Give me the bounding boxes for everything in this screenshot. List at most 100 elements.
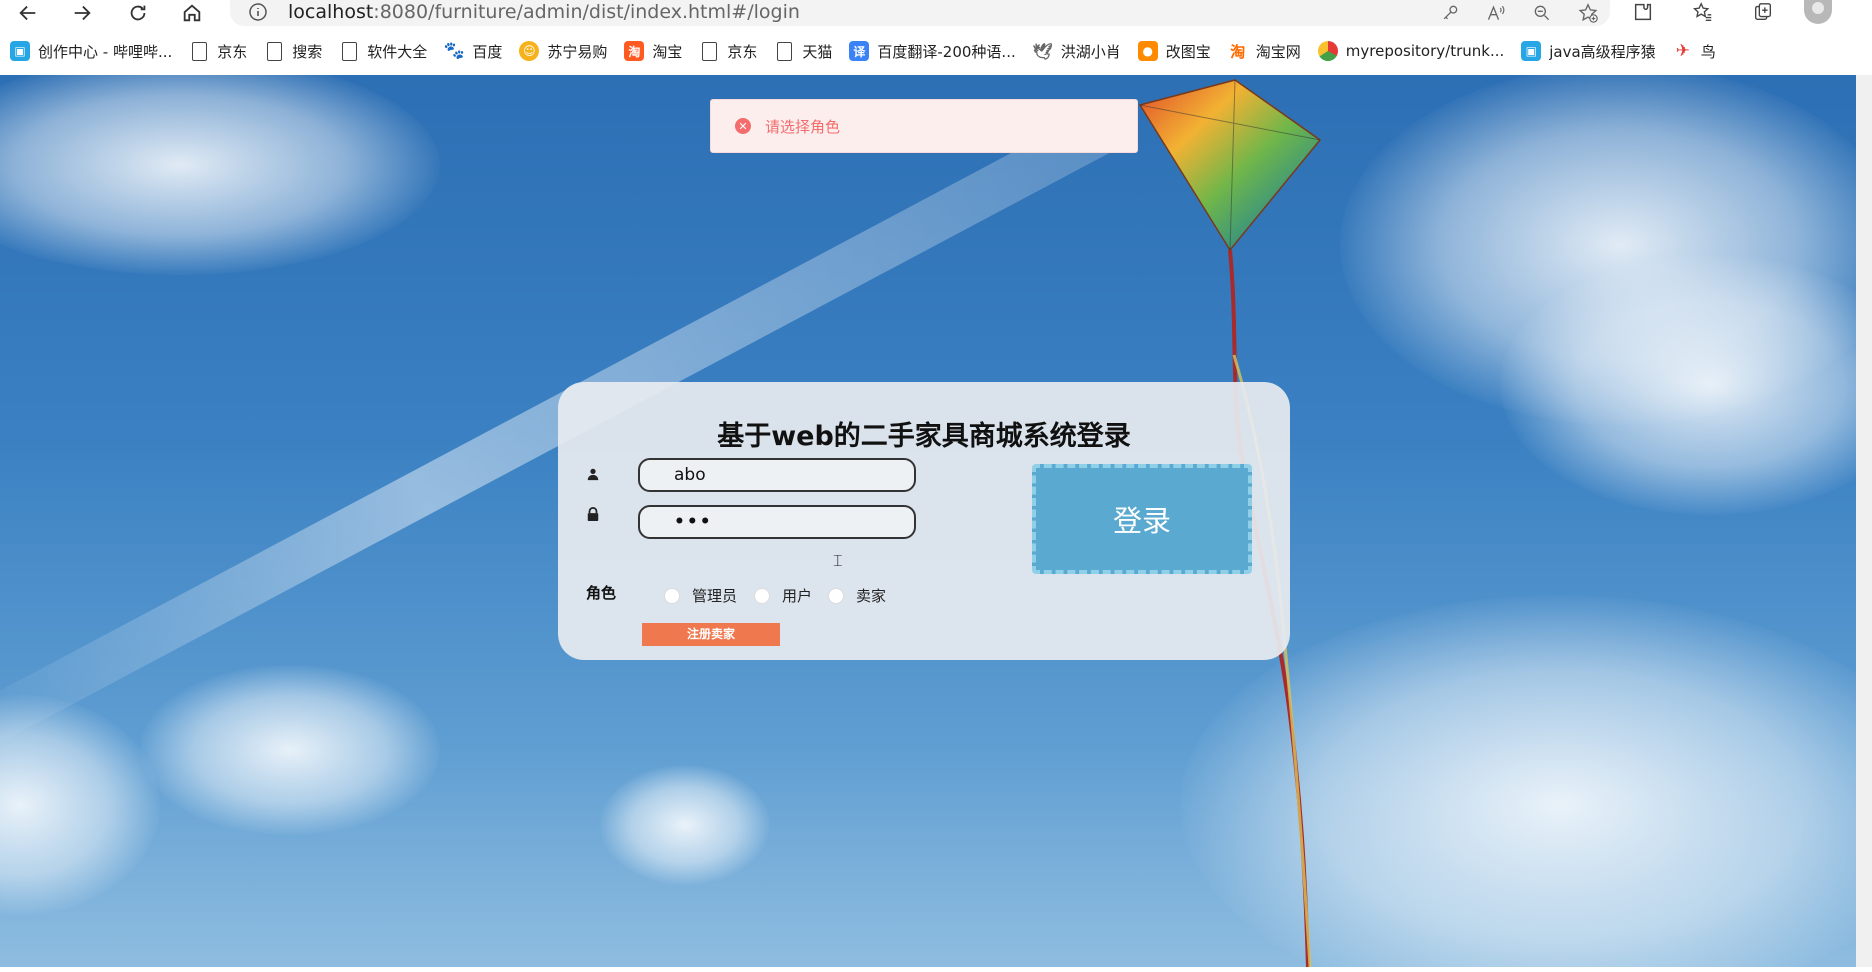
radio-label: 用户 <box>782 587 813 605</box>
forward-button[interactable] <box>64 0 100 26</box>
text-cursor-icon: ⌶ <box>833 551 843 570</box>
bookmark-label: java高级程序猿 <box>1549 42 1656 61</box>
cloud <box>600 765 770 885</box>
bookmark-item[interactable]: 🐾 百度 <box>443 41 503 62</box>
bird-icon: ✈ <box>1675 41 1690 61</box>
role-label: 角色 <box>586 584 617 602</box>
key-icon[interactable] <box>1438 1 1462 25</box>
address-bar-actions <box>1438 0 1600 26</box>
collections-icon[interactable] <box>1752 1 1776 25</box>
bookmark-label: 天猫 <box>802 42 833 61</box>
page-icon <box>264 41 284 61</box>
page-icon <box>699 41 719 61</box>
bookmark-item[interactable]: 🕊 洪湖小肖 <box>1033 41 1121 62</box>
radio-label: 卖家 <box>856 587 887 605</box>
bookmark-label: 鸟 <box>1700 42 1716 61</box>
bilibili-tv-icon: ▣ <box>10 41 30 61</box>
login-card: 基于web的二手家具商城系统登录 abo ••• 角色 管理员 用户 卖家 注册… <box>558 382 1290 660</box>
home-button[interactable] <box>174 0 210 26</box>
zoom-out-icon[interactable] <box>1530 1 1554 25</box>
bookmark-label: 苏宁易购 <box>547 42 608 61</box>
bookmark-label: 百度翻译-200种语... <box>877 42 1016 61</box>
browser-toolbar: localhost:8080/furniture/admin/dist/inde… <box>0 0 1872 30</box>
bookmark-item[interactable]: ▣ java高级程序猿 <box>1521 41 1656 62</box>
username-input[interactable]: abo <box>638 458 916 492</box>
bookmark-item[interactable]: 淘淘宝网 <box>1228 41 1301 62</box>
login-button[interactable]: 登录 <box>1032 464 1252 574</box>
bookmark-item[interactable]: ☺ 苏宁易购 <box>519 41 607 62</box>
bookmark-item[interactable]: 软件大全 <box>339 41 427 62</box>
bookmark-label: 洪湖小肖 <box>1060 42 1121 61</box>
reload-button[interactable] <box>120 0 156 26</box>
radio-circle[interactable] <box>754 587 770 604</box>
browser-actions <box>1632 0 1776 26</box>
suning-icon: ☺ <box>519 41 540 61</box>
bookmark-label: 软件大全 <box>367 42 428 61</box>
bookmark-label: 百度 <box>472 42 503 61</box>
extensions-icon[interactable] <box>1632 1 1656 25</box>
page-background: ✕ 请选择角色 基于web的二手家具商城系统登录 abo ••• 角色 管理员 … <box>0 75 1856 967</box>
role-radio-user[interactable]: 用户 <box>754 585 812 606</box>
taobao-icon: 淘 <box>624 41 645 61</box>
page-scrollbar[interactable] <box>1856 75 1872 967</box>
bilibili-tv-icon: ▣ <box>1521 41 1542 61</box>
user-icon <box>586 466 602 482</box>
page-icon <box>339 41 359 61</box>
page-icon <box>189 41 209 61</box>
address-bar[interactable]: localhost:8080/furniture/admin/dist/inde… <box>230 0 1610 26</box>
forward-arrow-icon <box>74 5 91 21</box>
lock-icon <box>586 506 602 522</box>
bookmark-label: 搜索 <box>292 42 323 61</box>
reload-icon <box>130 5 146 21</box>
bookmark-item[interactable]: ✈ 鸟 <box>1673 41 1716 62</box>
role-radio-seller[interactable]: 卖家 <box>828 585 886 606</box>
bookmark-item[interactable]: 京东 <box>189 41 247 62</box>
bookmark-item[interactable]: 天猫 <box>774 41 832 62</box>
url-text[interactable]: localhost:8080/furniture/admin/dist/inde… <box>288 1 800 23</box>
cloud <box>0 75 440 275</box>
radio-circle[interactable] <box>828 587 844 604</box>
toast-message: 请选择角色 <box>765 117 841 136</box>
translate-icon: 译 <box>849 41 870 61</box>
login-title: 基于web的二手家具商城系统登录 <box>717 421 1131 452</box>
bookmark-label: 创作中心 - 哔哩哔... <box>38 42 173 61</box>
add-favorite-icon[interactable] <box>1576 1 1600 25</box>
radio-label: 管理员 <box>692 587 738 605</box>
page-icon <box>774 41 794 61</box>
register-seller-button[interactable]: 注册卖家 <box>642 623 780 646</box>
bookmark-item[interactable]: myrepository/trunk... <box>1317 41 1505 61</box>
url-path: :8080/furniture/admin/dist/index.html#/l… <box>373 1 800 23</box>
url-host: localhost <box>288 1 374 23</box>
chrome-icon <box>1317 41 1338 61</box>
password-input[interactable]: ••• <box>638 505 916 539</box>
error-circle-icon: ✕ <box>735 118 751 134</box>
bookmark-label: 京东 <box>727 42 758 61</box>
bookmark-item[interactable]: 京东 <box>699 41 757 62</box>
gaitubao-icon: ● <box>1137 41 1158 61</box>
info-icon[interactable] <box>248 2 268 22</box>
bookmark-label: 京东 <box>217 42 248 61</box>
bookmark-item[interactable]: 译百度翻译-200种语... <box>849 41 1016 62</box>
role-radio-admin[interactable]: 管理员 <box>664 585 737 606</box>
baidu-paw-icon: 🐾 <box>443 41 465 61</box>
bookmark-item[interactable]: 淘淘宝 <box>624 41 682 62</box>
bookmarks-bar: ▣ 创作中心 - 哔哩哔... 京东 搜索 软件大全 🐾 百度 ☺ 苏宁易购 淘淘宝 … <box>0 36 1872 66</box>
taobao-icon: 淘 <box>1230 42 1246 61</box>
bookmark-label: myrepository/trunk... <box>1345 42 1505 60</box>
error-toast: ✕ 请选择角色 <box>710 99 1138 153</box>
bookmark-label: 淘宝 <box>652 42 683 61</box>
bookmark-item[interactable]: ▣ 创作中心 - 哔哩哔... <box>10 41 172 62</box>
read-aloud-icon[interactable] <box>1484 1 1508 25</box>
bookmark-label: 改图宝 <box>1165 42 1211 61</box>
cloud <box>140 665 440 835</box>
profile-avatar[interactable] <box>1804 0 1832 24</box>
bookmark-item[interactable]: ● 改图宝 <box>1137 41 1211 62</box>
bookmark-item[interactable]: 搜索 <box>264 41 322 62</box>
home-icon <box>183 4 201 22</box>
back-arrow-icon <box>19 5 36 21</box>
bird-icon: 🕊 <box>1032 41 1053 61</box>
back-button[interactable] <box>10 0 46 26</box>
radio-circle[interactable] <box>664 587 680 604</box>
favorites-icon[interactable] <box>1692 1 1716 25</box>
bookmark-label: 淘宝网 <box>1255 42 1301 61</box>
